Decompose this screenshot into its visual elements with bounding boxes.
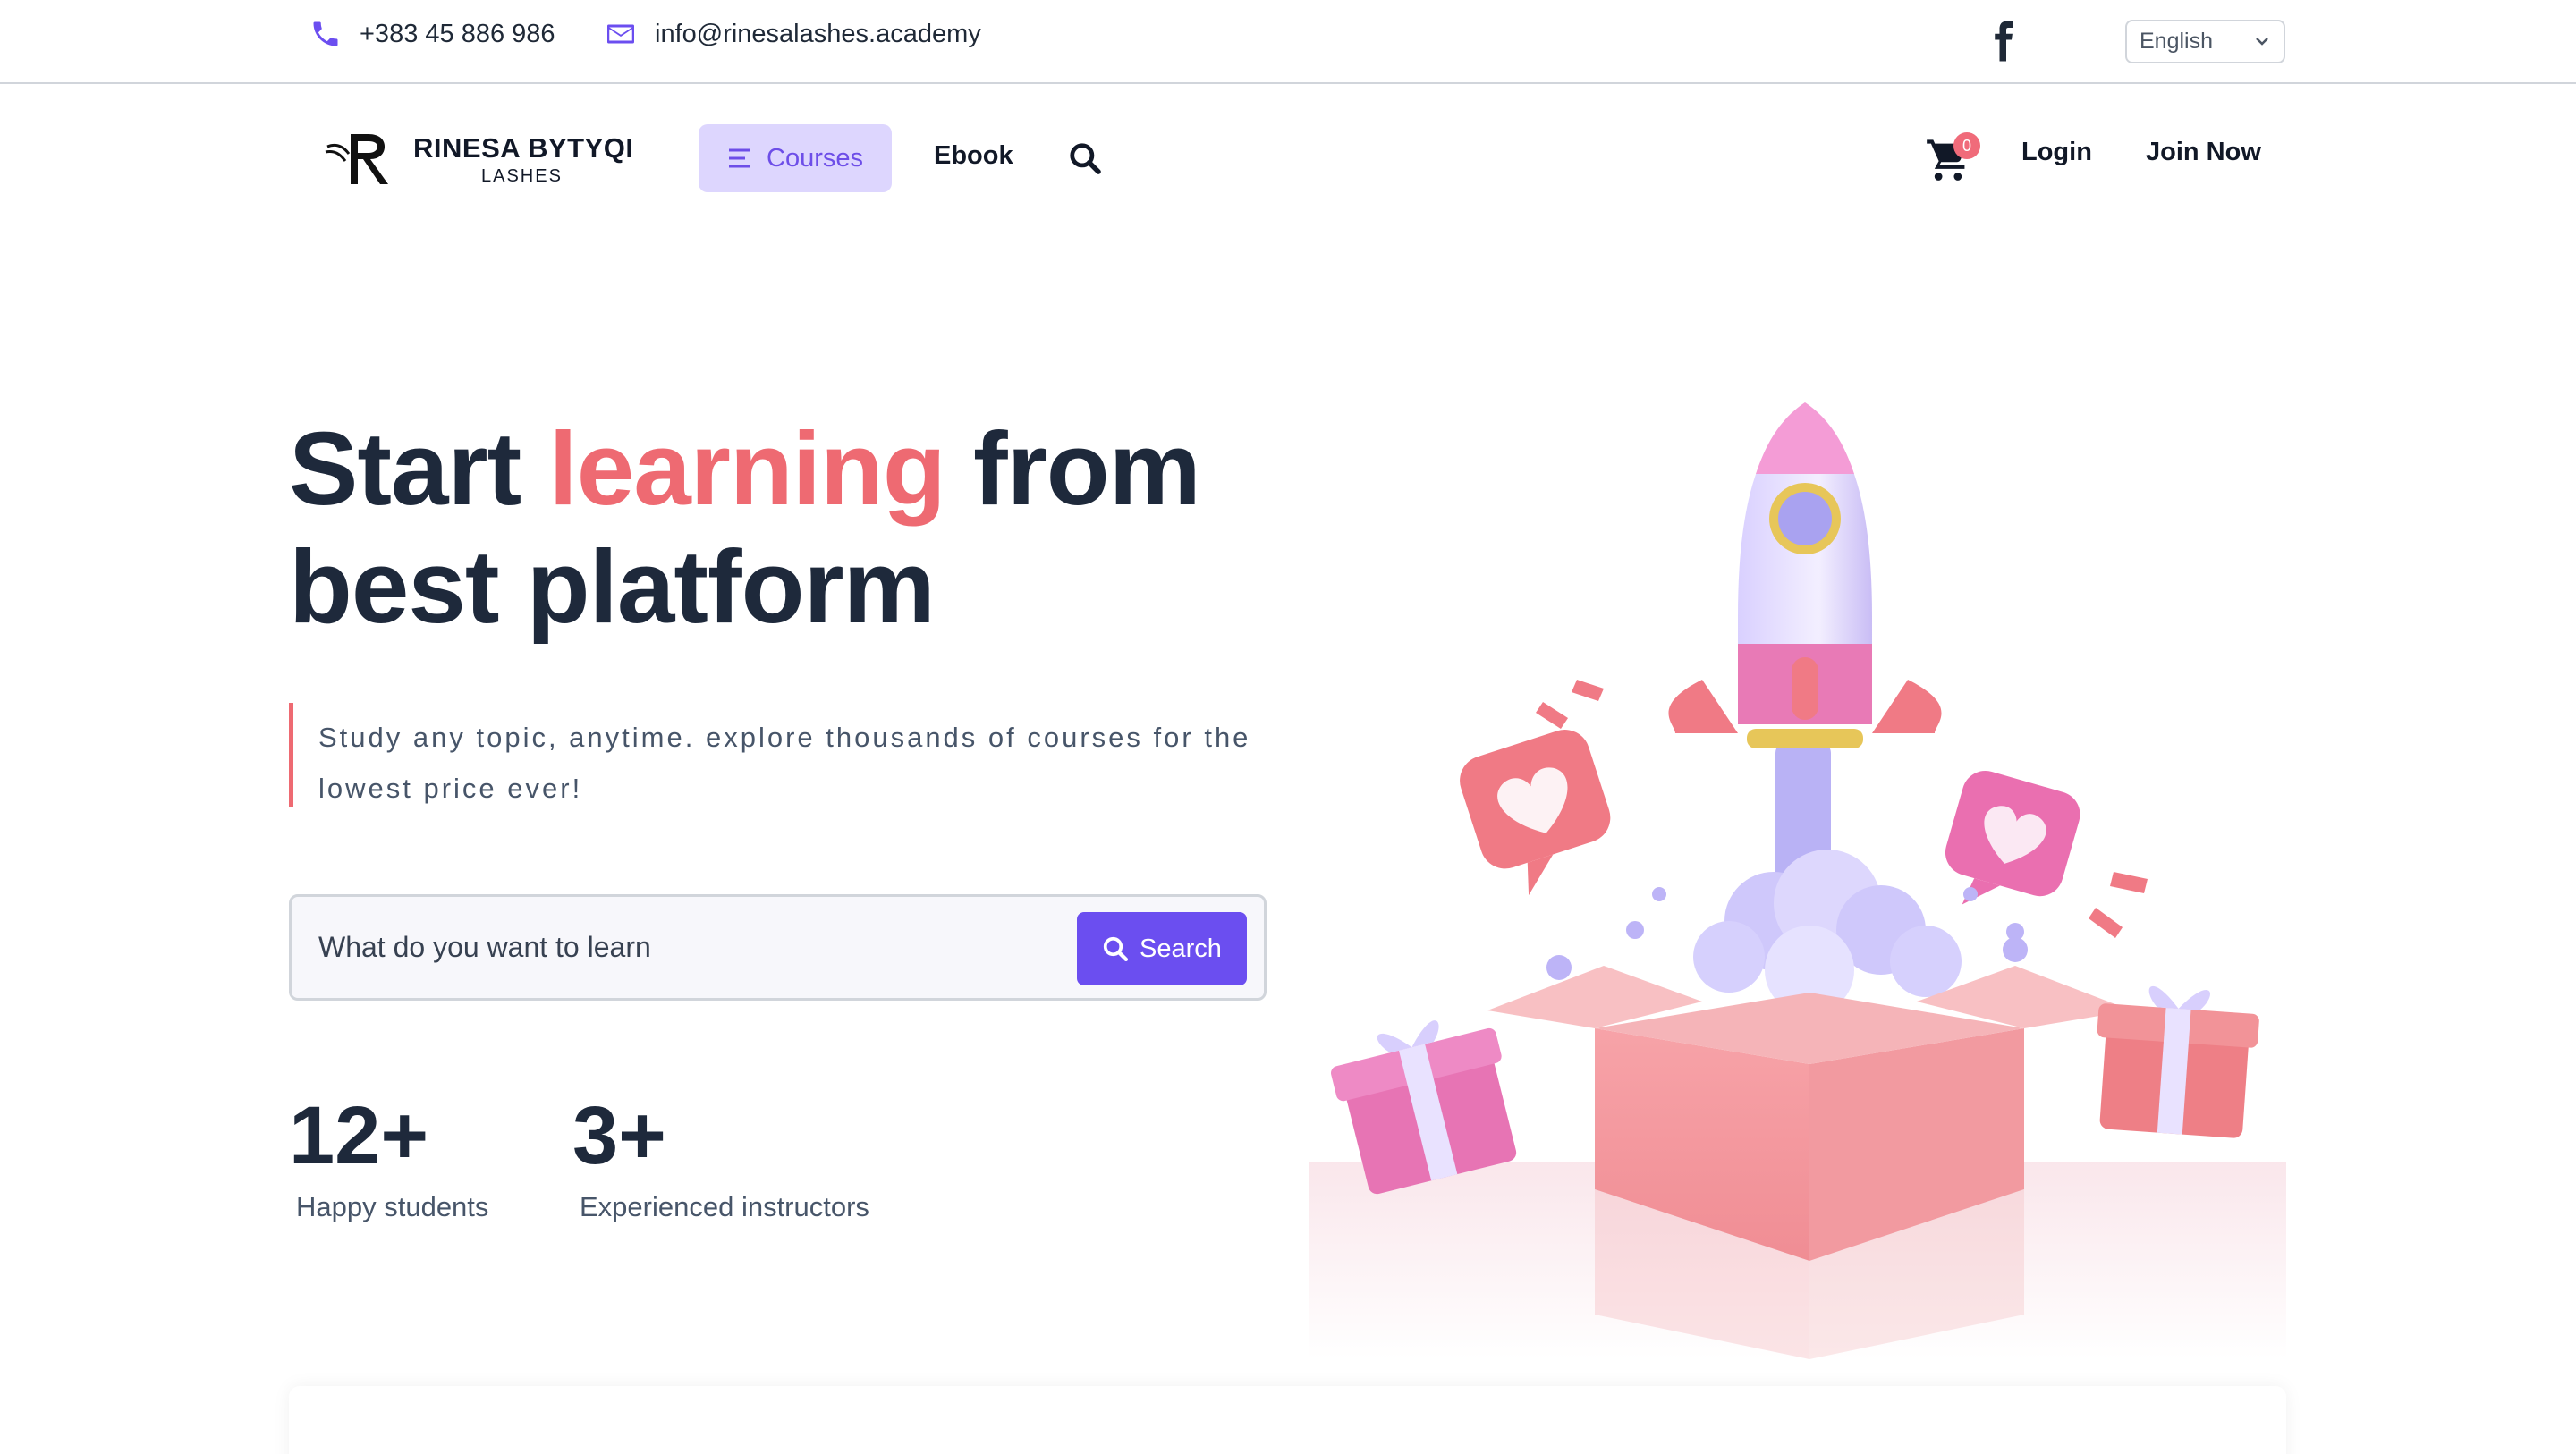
login-link[interactable]: Login [2021, 138, 2092, 167]
course-search-form: Search [289, 894, 1267, 1001]
language-select[interactable]: English [2125, 20, 2285, 63]
search-button[interactable]: Search [1077, 912, 1247, 985]
brand-logo[interactable]: RINESA BYTYQI LASHES [324, 125, 637, 188]
language-selected: English [2140, 29, 2213, 54]
phone-number: +383 45 886 986 [360, 19, 555, 48]
search-button-label: Search [1140, 934, 1222, 963]
logo-mark-icon [325, 134, 388, 184]
hero-illustration [1309, 402, 2286, 1359]
envelope-icon [607, 24, 634, 44]
join-now-link[interactable]: Join Now [2146, 138, 2261, 167]
hero-title: Start learning from best platform [289, 410, 1291, 646]
stat-value: 12+ [289, 1090, 429, 1181]
bottom-section-card [289, 1386, 2286, 1454]
phone-icon [313, 21, 338, 46]
stat-label: Happy students [296, 1191, 489, 1222]
stat-instructors: 3+ Experienced instructors [572, 1091, 869, 1223]
hero-title-start: Start [289, 410, 549, 527]
menu-icon [729, 148, 750, 168]
cart-button[interactable]: 0 [1925, 132, 1980, 182]
phone-contact[interactable]: +383 45 886 986 [309, 18, 555, 50]
top-bar: +383 45 886 986 info@rinesalashes.academ… [0, 0, 2576, 84]
brand-subtitle: LASHES [481, 166, 563, 186]
stat-students: 12+ Happy students [289, 1091, 488, 1223]
nav-courses-button[interactable]: Courses [699, 124, 892, 192]
chevron-down-icon [2256, 38, 2268, 46]
stat-label: Experienced instructors [580, 1191, 869, 1222]
course-search-input[interactable] [318, 897, 1052, 998]
hero-title-highlight: learning [548, 410, 946, 527]
cart-count-badge: 0 [1953, 132, 1980, 159]
brand-name: RINESA BYTYQI [413, 132, 634, 164]
hero-subtitle: Study any topic, anytime. explore thousa… [289, 703, 1291, 807]
nav-ebook-link[interactable]: Ebook [934, 141, 1013, 171]
search-icon[interactable] [1068, 141, 1102, 175]
facebook-icon[interactable] [1987, 20, 2020, 63]
email-address: info@rinesalashes.academy [655, 19, 981, 48]
stat-value: 3+ [572, 1090, 666, 1181]
email-contact[interactable]: info@rinesalashes.academy [605, 18, 981, 50]
nav-courses-label: Courses [767, 143, 863, 173]
search-icon [1103, 936, 1129, 962]
